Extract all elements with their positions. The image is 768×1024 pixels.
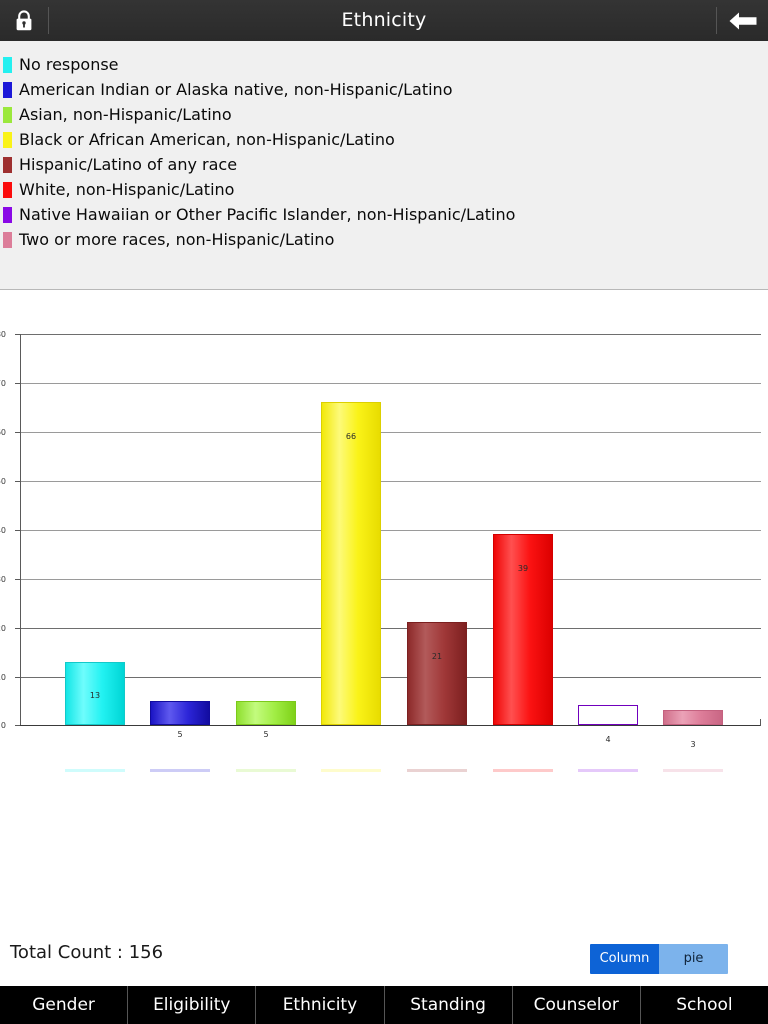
tab-eligibility[interactable]: Eligibility [128,986,257,1024]
bar-reflection [663,769,723,772]
plot-area: 13 5 5 66 21 39 4 3 [20,334,760,772]
y-tick-label-50: 50 [0,477,6,486]
legend-item: Two or more races, non-Hispanic/Latino [0,227,768,252]
topbar-right-separator [716,7,717,34]
tab-gender[interactable]: Gender [0,986,129,1024]
legend-item: Asian, non-Hispanic/Latino [0,102,768,127]
toggle-pie-button[interactable]: pie [659,944,728,974]
legend-item: White, non-Hispanic/Latino [0,177,768,202]
bar-value-label: 21 [431,652,443,661]
x-axis-line [20,725,761,726]
legend-swatch-american-indian [3,81,12,98]
legend-label: Two or more races, non-Hispanic/Latino [19,230,335,249]
legend-label: Black or African American, non-Hispanic/… [19,130,395,149]
y-tick-mark [15,725,20,726]
bar-value-label: 66 [345,432,357,441]
page-title: Ethnicity [341,9,427,31]
legend-label: Asian, non-Hispanic/Latino [19,105,232,124]
back-arrow-icon [729,12,757,29]
legend-swatch-black-african-american [3,131,12,148]
legend-label: American Indian or Alaska native, non-Hi… [19,80,453,99]
tab-standing[interactable]: Standing [385,986,513,1024]
y-tick-label-10: 10 [0,673,6,682]
bar-reflection [236,769,296,772]
legend-label: Native Hawaiian or Other Pacific Islande… [19,205,516,224]
top-bar: Ethnicity [0,0,768,41]
legend-swatch-asian [3,106,12,123]
y-tick-label-40: 40 [0,526,6,535]
legend-swatch-hispanic-latino [3,156,12,173]
tab-school[interactable]: School [641,986,768,1024]
y-tick-label-30: 30 [0,575,6,584]
legend-panel: No response American Indian or Alaska na… [0,41,768,290]
bar-value-label: 39 [517,564,529,573]
y-tick-label-70: 70 [0,379,6,388]
tab-counselor[interactable]: Counselor [513,986,641,1024]
legend-label: No response [19,55,119,74]
bar-native-hawaiian[interactable] [578,705,638,725]
bar-black-african-american[interactable] [321,402,381,725]
bar-reflection [578,769,638,772]
y-tick-label-0: 0 [0,721,6,730]
bar-value-label: 4 [605,735,611,744]
bar-chart: 80 70 60 50 40 30 20 10 0 13 5 5 66 21 [0,291,768,931]
legend-item: Black or African American, non-Hispanic/… [0,127,768,152]
y-tick-label-60: 60 [0,428,6,437]
legend-item: Native Hawaiian or Other Pacific Islande… [0,202,768,227]
legend-label: White, non-Hispanic/Latino [19,180,235,199]
bar-american-indian[interactable] [150,700,210,725]
bar-white[interactable] [493,534,553,725]
bar-reflection [321,769,381,772]
bar-reflection [407,769,467,772]
legend-item: No response [0,52,768,77]
bar-value-label: 3 [690,740,696,749]
legend-swatch-native-hawaiian [3,206,12,223]
x-axis-right-tick [760,719,761,726]
bar-reflection [65,769,125,772]
bottom-tab-bar: Gender Eligibility Ethnicity Standing Co… [0,986,768,1024]
y-tick-label-80: 80 [0,330,6,339]
y-tick-label-20: 20 [0,624,6,633]
legend-label: Hispanic/Latino of any race [19,155,238,174]
total-count-label: Total Count : 156 [10,942,164,963]
toggle-column-button[interactable]: Column [590,944,659,974]
bar-two-or-more-races[interactable] [663,710,723,725]
bar-reflection [493,769,553,772]
tab-ethnicity[interactable]: Ethnicity [256,986,385,1024]
bar-hispanic-latino[interactable] [407,622,467,725]
chart-type-toggle: Column pie [590,944,728,974]
legend-swatch-no-response [3,56,12,73]
legend-swatch-two-or-more [3,231,12,248]
legend-item: Hispanic/Latino of any race [0,152,768,177]
legend-swatch-white [3,181,12,198]
back-button[interactable] [718,0,768,41]
legend-item: American Indian or Alaska native, non-Hi… [0,77,768,102]
bar-reflection [150,769,210,772]
bar-value-label: 13 [89,691,101,700]
bar-asian[interactable] [236,700,296,725]
bar-value-label: 5 [263,730,269,739]
bar-value-label: 5 [177,730,183,739]
